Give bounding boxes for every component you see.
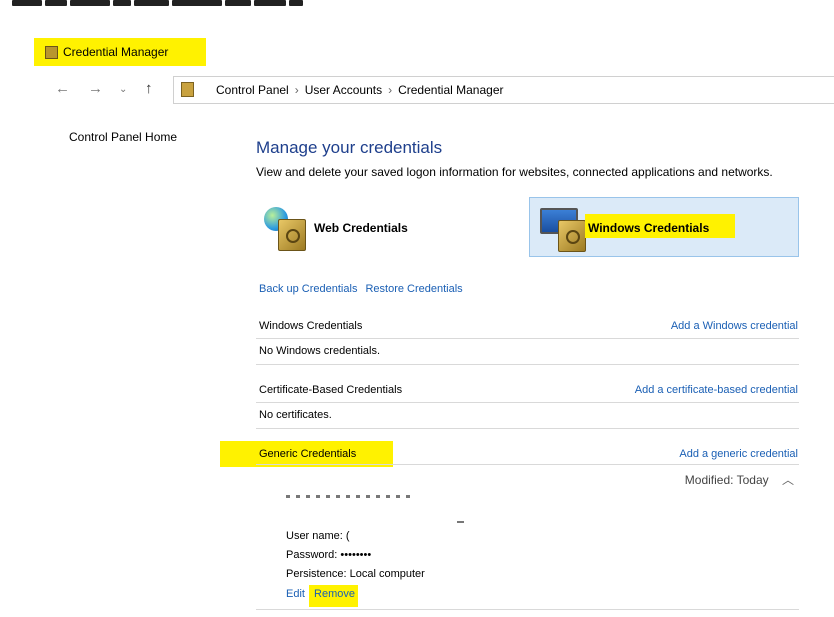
entry-actions: Edit Remove [286, 588, 355, 600]
arrow-right-icon[interactable]: → [88, 80, 103, 97]
credential-manager-icon [45, 46, 58, 59]
entry-modified[interactable]: Modified: Today ︿ [685, 471, 794, 488]
backup-credentials-link[interactable]: Back up Credentials [259, 283, 357, 295]
chevron-right-icon: › [294, 83, 299, 97]
breadcrumb-credential-manager[interactable]: Credential Manager [398, 83, 503, 97]
control-panel-icon [181, 82, 194, 97]
certificate-credentials-empty: No certificates. [259, 409, 332, 421]
arrow-up-icon[interactable]: ↑ [145, 80, 153, 97]
generic-credentials-heading: Generic Credentials [259, 448, 357, 460]
username-label: User name: [286, 530, 343, 542]
restore-credentials-link[interactable]: Restore Credentials [365, 283, 462, 295]
modified-value: Today [736, 473, 769, 487]
add-certificate-credential-link[interactable]: Add a certificate-based credential [635, 384, 798, 396]
edit-link[interactable]: Edit [286, 588, 305, 600]
obscured-mark [457, 521, 464, 523]
username-row: User name: ( [286, 530, 350, 542]
page-description: View and delete your saved logon informa… [256, 165, 773, 179]
divider [256, 402, 799, 403]
password-row: Password: •••••••• [286, 549, 371, 561]
cropped-header-text [12, 0, 392, 10]
divider [256, 464, 799, 465]
divider [256, 338, 799, 339]
windows-credentials-heading: Windows Credentials [259, 320, 363, 332]
chevron-right-icon: › [388, 83, 393, 97]
vault-icon [558, 220, 586, 252]
breadcrumb: Control Panel › User Accounts › Credential M… [216, 83, 504, 97]
control-panel-home-link[interactable]: Control Panel Home [69, 130, 177, 144]
credential-address-obscured [286, 495, 416, 498]
windows-credentials-tile[interactable]: Windows Credentials [529, 197, 799, 257]
breadcrumb-user-accounts[interactable]: User Accounts [305, 83, 382, 97]
arrow-left-icon[interactable]: ← [55, 80, 70, 97]
add-generic-credential-link[interactable]: Add a generic credential [679, 448, 798, 460]
persistence-row: Persistence: Local computer [286, 568, 425, 580]
web-credentials-tile[interactable]: Web Credentials [256, 197, 526, 257]
page-title: Manage your credentials [256, 138, 443, 157]
persistence-value: Local computer [349, 568, 425, 580]
window-title: Credential Manager [63, 45, 169, 59]
username-value: ( [345, 530, 350, 542]
divider [256, 428, 799, 429]
windows-credentials-label: Windows Credentials [588, 221, 710, 235]
persistence-label: Persistence: [286, 568, 347, 580]
chevron-down-icon[interactable]: ⌄ [119, 84, 127, 95]
password-value: •••••••• [340, 549, 372, 561]
backup-restore-links: Back up Credentials Restore Credentials [259, 283, 471, 295]
windows-credentials-empty: No Windows credentials. [259, 345, 381, 357]
divider [256, 364, 799, 365]
vault-icon [278, 219, 306, 251]
remove-link[interactable]: Remove [314, 588, 355, 600]
chevron-up-icon[interactable]: ︿ [782, 473, 794, 487]
breadcrumb-control-panel[interactable]: Control Panel [216, 83, 289, 97]
add-windows-credential-link[interactable]: Add a Windows credential [671, 320, 798, 332]
modified-label: Modified: [684, 473, 734, 487]
divider [256, 609, 799, 610]
web-credentials-label: Web Credentials [314, 221, 408, 235]
certificate-credentials-heading: Certificate-Based Credentials [259, 384, 403, 396]
password-label: Password: [286, 549, 338, 561]
